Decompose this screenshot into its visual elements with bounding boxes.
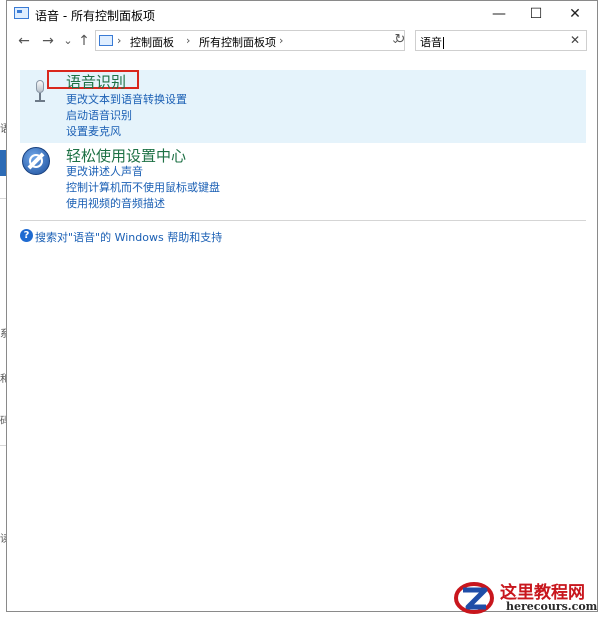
refresh-icon[interactable]: ↻	[391, 32, 409, 47]
speech-recognition-heading[interactable]: 语音识别	[66, 71, 126, 92]
microphone-icon	[33, 80, 47, 102]
title-bar[interactable]: 语音 - 所有控制面板项 — ☐ ✕	[7, 1, 597, 27]
up-arrow-icon[interactable]: ↑	[75, 33, 93, 49]
close-button[interactable]: ✕	[555, 1, 595, 27]
breadcrumb-chevron-icon[interactable]: ›	[279, 34, 283, 47]
watermark: 这里教程网 herecours.com	[448, 578, 598, 618]
breadcrumb-control-panel[interactable]: 控制面板	[130, 34, 174, 50]
address-bar[interactable]: › 控制面板 › 所有控制面板项 › ⌄	[95, 30, 405, 51]
forward-arrow-icon[interactable]: →	[39, 33, 57, 49]
control-panel-icon	[14, 7, 29, 19]
control-panel-icon	[99, 35, 113, 46]
maximize-button[interactable]: ☐	[516, 1, 556, 27]
help-question-icon[interactable]: ?	[20, 229, 33, 242]
text-caret	[443, 37, 444, 49]
watermark-url: herecours.com	[506, 600, 598, 613]
link-audio-description[interactable]: 使用视频的音频描述	[66, 195, 165, 211]
breadcrumb-chevron-icon[interactable]: ›	[117, 34, 121, 47]
minimize-button[interactable]: —	[479, 1, 519, 27]
clear-search-icon[interactable]: ✕	[570, 33, 580, 47]
search-input[interactable]: 语音 ✕	[415, 30, 587, 51]
link-setup-microphone[interactable]: 设置麦克风	[66, 123, 121, 139]
control-panel-window: 语音 - 所有控制面板项 — ☐ ✕ ← → ⌄ ↑ › 控制面板 › 所有控制…	[6, 0, 598, 612]
link-text-to-speech-settings[interactable]: 更改文本到语音转换设置	[66, 91, 187, 107]
link-change-narrator-voice[interactable]: 更改讲述人声音	[66, 163, 143, 179]
window-title: 语音 - 所有控制面板项	[35, 9, 155, 23]
search-result-speech-recognition[interactable]: 语音识别 更改文本到语音转换设置 启动语音识别 设置麦克风	[20, 70, 586, 143]
watermark-logo-icon	[454, 582, 494, 614]
link-control-without-mouse[interactable]: 控制计算机而不使用鼠标或键盘	[66, 179, 220, 195]
back-arrow-icon[interactable]: ←	[15, 33, 33, 49]
results-divider	[20, 220, 586, 221]
breadcrumb-chevron-icon[interactable]: ›	[186, 34, 190, 47]
help-search-link[interactable]: 搜索对"语音"的 Windows 帮助和支持	[35, 229, 222, 245]
search-text: 语音	[420, 36, 444, 49]
breadcrumb-all-items[interactable]: 所有控制面板项	[199, 34, 276, 50]
link-start-speech-recognition[interactable]: 启动语音识别	[66, 107, 132, 123]
ease-of-access-icon	[22, 147, 50, 175]
